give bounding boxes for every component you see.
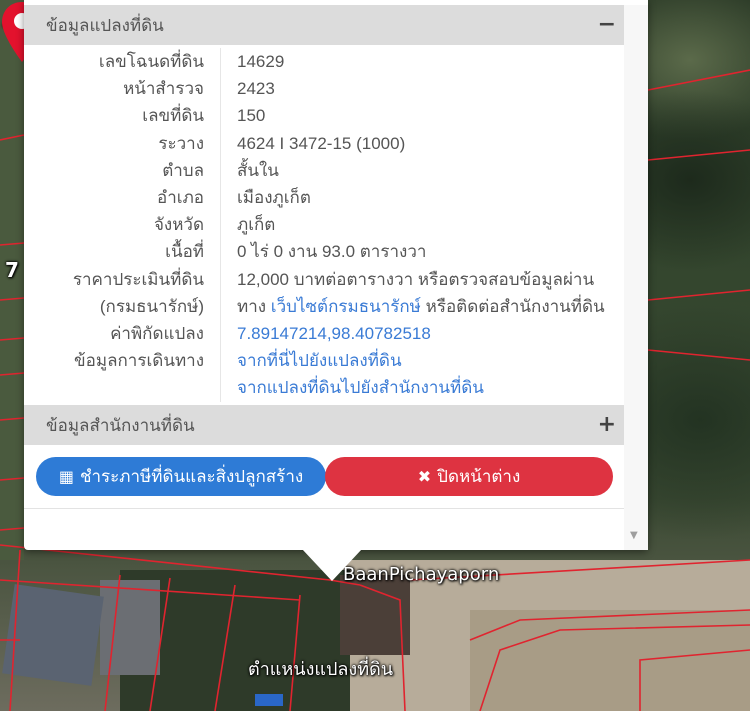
info-row: เลขที่ดิน 150 — [24, 102, 624, 130]
info-value: 4624 I 3472-15 (1000) — [237, 133, 406, 153]
expand-icon[interactable]: + — [598, 414, 616, 436]
info-row: ระวาง 4624 I 3472-15 (1000) — [24, 129, 624, 157]
appraisal-label-source: (กรมธนารักษ์) — [99, 296, 204, 316]
info-value: 2423 — [237, 79, 275, 99]
qr-code-icon: ▦ — [58, 467, 74, 486]
info-label: จังหวัด — [24, 211, 221, 239]
info-row: ค่าพิกัดแปลง 7.89147214,98.40782518 — [24, 320, 624, 348]
info-row: เนื้อที่ 0 ไร่ 0 งาน 93.0 ตารางวา — [24, 238, 624, 266]
info-label: เนื้อที่ — [24, 238, 221, 266]
directions-to-office-link[interactable]: จากแปลงที่ดินไปยังสำนักงานที่ดิน — [237, 374, 484, 401]
appraisal-note: ทาง เว็บไซต์กรมธนารักษ์ หรือติดต่อสำนักง… — [237, 293, 605, 320]
info-value: 0 ไร่ 0 งาน 93.0 ตารางวา — [237, 242, 427, 262]
info-label: เลขที่ดิน — [24, 102, 221, 130]
close-window-label: ปิดหน้าต่าง — [437, 467, 521, 486]
appraisal-row: ราคาประเมินที่ดิน (กรมธนารักษ์) 12,000 บ… — [24, 265, 624, 321]
info-label: เลขโฉนดที่ดิน — [24, 48, 221, 76]
map-pin-caption: ตำแหน่งแปลงที่ดิน — [248, 659, 394, 680]
info-row: เลขโฉนดที่ดิน 14629 — [24, 48, 624, 76]
info-value: 14629 — [237, 52, 285, 71]
land-info-panel-header[interactable]: ข้อมูลแปลงที่ดิน − — [24, 5, 624, 45]
info-value: 7.89147214,98.40782518 — [221, 320, 431, 347]
info-label: ค่าพิกัดแปลง — [24, 320, 221, 348]
info-label: ระวาง — [24, 129, 221, 157]
coordinates-link[interactable]: 7.89147214,98.40782518 — [237, 324, 431, 343]
info-value: จากที่นี่ไปยังแปลงที่ดิน จากแปลงที่ดินไป… — [221, 347, 484, 401]
directions-to-parcel-link[interactable]: จากที่นี่ไปยังแปลงที่ดิน — [237, 347, 484, 374]
info-label: อำเภอ — [24, 184, 221, 212]
collapse-icon[interactable]: − — [598, 14, 616, 36]
info-value: สั้นใน — [237, 160, 279, 180]
info-value: ภูเก็ต — [237, 215, 276, 235]
map-number-label: 7 — [5, 258, 19, 282]
appraisal-label: ราคาประเมินที่ดิน — [72, 269, 204, 289]
close-window-button[interactable]: ✖ ปิดหน้าต่าง — [325, 457, 613, 496]
popup-divider — [24, 508, 624, 509]
parcel-info-popup: ข้อมูลแปลงที่ดิน − เลขโฉนดที่ดิน 14629 ห… — [24, 0, 648, 550]
appraisal-note-prefix: ทาง — [237, 296, 267, 316]
info-row: จังหวัด ภูเก็ต — [24, 211, 624, 239]
popup-pointer — [302, 549, 362, 581]
land-info-panel-title: ข้อมูลแปลงที่ดิน — [46, 15, 164, 35]
info-label: ราคาประเมินที่ดิน (กรมธนารักษ์) — [24, 265, 221, 321]
info-label: หน้าสำรวจ — [24, 75, 221, 103]
info-row: ตำบล สั้นใน — [24, 156, 624, 185]
map-place-label: BaanPichayaporn — [343, 564, 500, 585]
info-value: 12,000 บาทต่อตารางวา หรือตรวจสอบข้อมูลผ่… — [221, 266, 605, 320]
info-label: ข้อมูลการเดินทาง — [24, 347, 221, 402]
pay-land-tax-label: ชำระภาษีที่ดินและสิ่งปลูกสร้าง — [79, 467, 304, 486]
info-row: อำเภอ เมืองภูเก็ต — [24, 184, 624, 212]
info-value: 150 — [237, 106, 266, 126]
appraisal-note-suffix: หรือติดต่อสำนักงานที่ดิน — [425, 296, 605, 316]
scroll-down-icon[interactable]: ▼ — [630, 530, 638, 541]
info-label: ตำบล — [24, 156, 221, 185]
land-info-table: เลขโฉนดที่ดิน 14629 หน้าสำรวจ 2423 เลขที… — [24, 48, 624, 402]
info-value: เมืองภูเก็ต — [237, 188, 311, 208]
close-icon: ✖ — [417, 467, 432, 486]
info-row: หน้าสำรวจ 2423 — [24, 75, 624, 103]
appraisal-price: 12,000 บาทต่อตารางวา หรือตรวจสอบข้อมูลผ่… — [237, 269, 595, 289]
popup-scrollbar[interactable] — [624, 5, 648, 550]
treasury-website-link[interactable]: เว็บไซต์กรมธนารักษ์ — [271, 297, 421, 316]
pay-land-tax-button[interactable]: ▦ ชำระภาษีที่ดินและสิ่งปลูกสร้าง — [36, 457, 326, 496]
office-info-panel-header[interactable]: ข้อมูลสำนักงานที่ดิน + — [24, 405, 624, 445]
info-row: ข้อมูลการเดินทาง จากที่นี่ไปยังแปลงที่ดิ… — [24, 347, 624, 402]
office-info-panel-title: ข้อมูลสำนักงานที่ดิน — [46, 415, 195, 435]
